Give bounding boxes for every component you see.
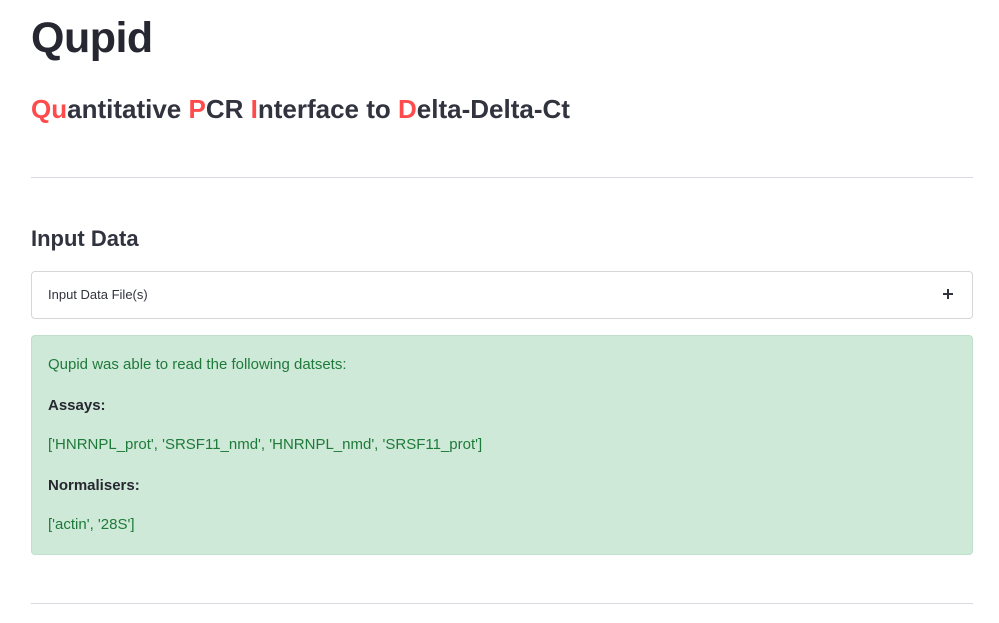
plus-icon[interactable] [942,288,954,300]
section-divider [31,177,973,178]
input-data-files-expander[interactable]: Input Data File(s) [31,271,973,319]
subtitle-part: P [188,94,206,124]
success-intro-text: Qupid was able to read the following dat… [48,356,347,373]
subtitle-part: elta-Delta-Ct [416,94,570,124]
assays-label: Assays: [48,397,106,414]
app-subtitle: Quantitative PCR Interface to Delta-Delt… [31,92,570,126]
app-title: Qupid [31,14,153,62]
subtitle-part: I [250,94,258,124]
expander-label: Input Data File(s) [48,287,148,302]
normalisers-value: ['actin', '28S'] [48,516,135,533]
section-divider [31,603,973,604]
normalisers-label: Normalisers: [48,477,140,494]
input-data-heading: Input Data [31,226,139,251]
success-alert: Qupid was able to read the following dat… [31,335,973,555]
subtitle-part: Qu [31,94,68,124]
assays-value: ['HNRNPL_prot', 'SRSF11_nmd', 'HNRNPL_nm… [48,436,483,453]
subtitle-part: antitative [67,94,189,124]
subtitle-part: nterface to [257,94,398,124]
subtitle-part: D [398,94,417,124]
subtitle-part: CR [205,94,251,124]
